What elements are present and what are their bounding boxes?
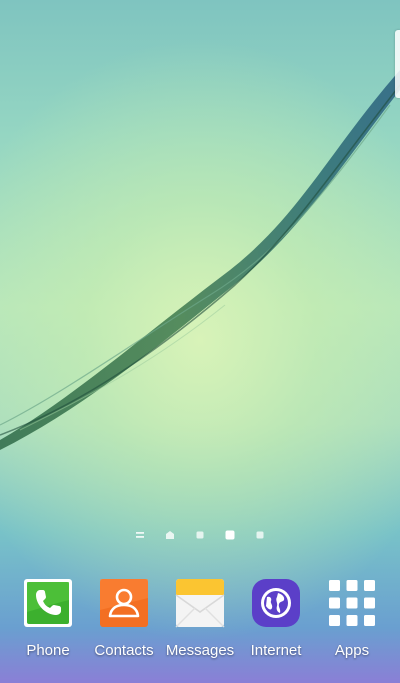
- apps-grid-icon: [329, 580, 375, 626]
- page-dot-active[interactable]: [223, 528, 237, 542]
- contacts-icon: [100, 579, 148, 627]
- page-indicator: [0, 528, 400, 542]
- phone-icon: [24, 579, 72, 627]
- page-dot[interactable]: [253, 528, 267, 542]
- phone-app[interactable]: Phone: [10, 574, 86, 666]
- internet-icon: [252, 579, 300, 627]
- briefing-page-icon[interactable]: [133, 528, 147, 542]
- contacts-app[interactable]: Contacts: [86, 574, 162, 666]
- home-page-icon[interactable]: [163, 528, 177, 542]
- page-dot[interactable]: [193, 528, 207, 542]
- messages-icon: [175, 579, 225, 628]
- edge-panel-handle[interactable]: [395, 30, 400, 98]
- app-dock: Phone Contacts Messages Internet Apps: [0, 574, 400, 674]
- messages-app[interactable]: Messages: [162, 574, 238, 666]
- app-label: Apps: [334, 642, 370, 659]
- internet-app[interactable]: Internet: [238, 574, 314, 666]
- apps-drawer-button[interactable]: Apps: [314, 574, 390, 666]
